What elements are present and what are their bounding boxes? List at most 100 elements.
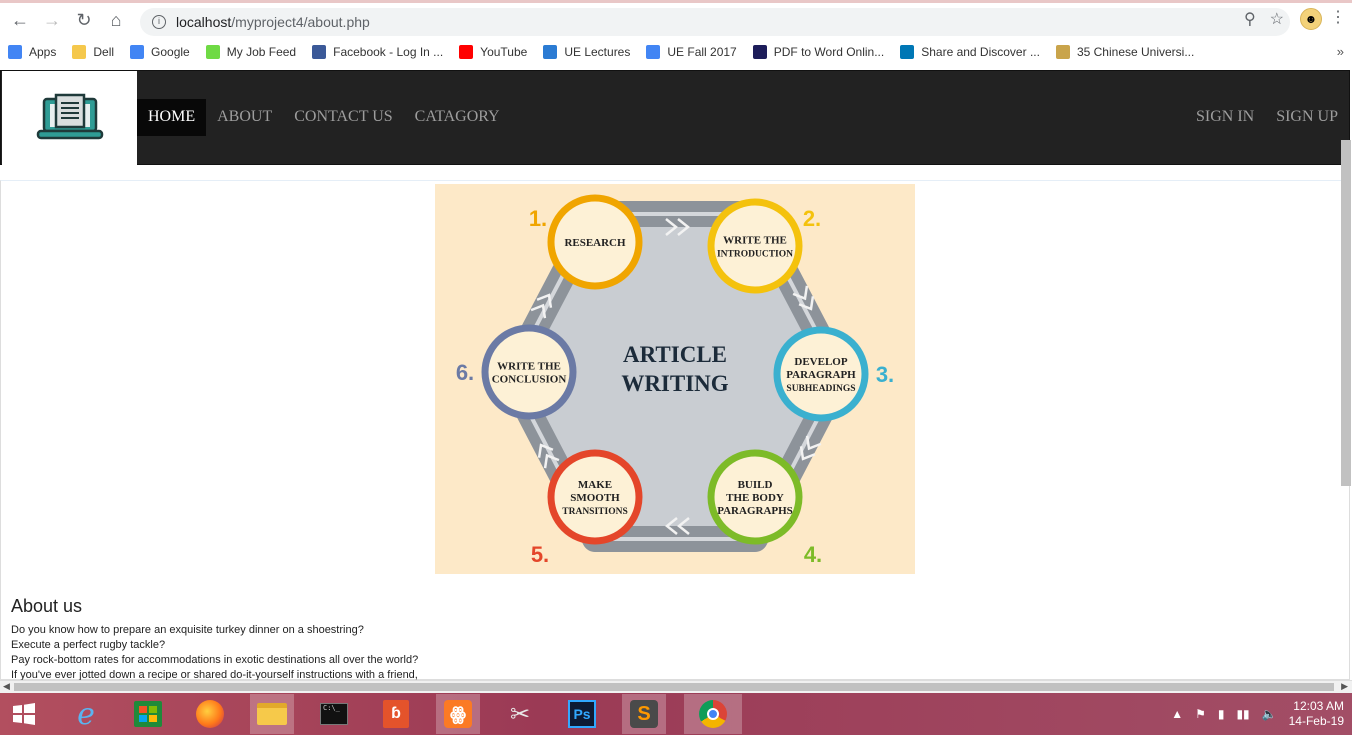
command-prompt-icon[interactable]: C:\_ [312,694,356,734]
bookmark-label: 35 Chinese Universi... [1076,45,1195,59]
scroll-right-icon[interactable]: ▶ [1341,681,1348,692]
reload-icon[interactable]: ↻ [68,4,100,36]
sublime-text-icon[interactable]: S [622,694,666,734]
step-label: PARAGRAPH [786,369,856,381]
bookmark-label: My Job Feed [226,45,297,59]
bookmark-item[interactable]: UE Lectures [543,45,630,59]
linkedin-icon [900,45,915,59]
show-hidden-icons-icon[interactable]: ▲ [1171,707,1183,721]
forward-icon[interactable]: → [36,4,68,36]
info-icon[interactable]: i [152,15,166,29]
lectures-icon [543,45,558,59]
about-line: Pay rock-bottom rates for accommodations… [11,654,419,666]
bookmark-item[interactable]: Google [130,45,190,59]
scroll-left-icon[interactable]: ◀ [3,681,10,692]
about-line: If you've ever jotted down a recipe or s… [11,669,418,680]
apps-grid-icon [8,45,22,59]
infographic-title-line1: ARTICLE [623,342,727,367]
youtube-icon [459,45,474,59]
step-label: PARAGRAPHS [717,505,793,517]
step-label: SMOOTH [570,492,620,504]
bookmark-label: Dell [93,45,115,59]
step-label: INTRODUCTION [717,250,793,260]
back-icon[interactable]: ← [4,4,36,36]
step-label: TRANSITIONS [562,507,627,517]
google-icon [646,45,661,59]
infographic-title-line2: WRITING [621,371,728,396]
flag-icon[interactable]: ⚑ [1195,707,1206,721]
windows-taskbar: e C:\_ ɓ ꙮ ✂ Ps S ▲ ⚑ ▮ ▮▮ 🔈 12:03 AM 14… [0,693,1352,735]
step-label: WRITE THE [497,361,561,373]
step-label: SUBHEADINGS [786,384,855,394]
file-explorer-icon[interactable] [250,694,294,734]
bookmark-item[interactable]: UE Fall 2017 [646,45,737,59]
bookmark-item[interactable]: Share and Discover ... [900,45,1040,59]
university-icon [1055,45,1070,59]
bookmark-item[interactable]: Dell [72,45,114,59]
photoshop-icon[interactable]: Ps [560,694,604,734]
browser-toolbar: ← → ↻ ⌂ i localhost/myproject4/about.php… [0,3,1352,37]
bookmark-item[interactable]: 35 Chinese Universi... [1055,45,1195,59]
bookmark-item[interactable]: My Job Feed [205,45,297,59]
horizontal-scrollbar-thumb[interactable] [14,683,1334,691]
profile-avatar[interactable]: ☻ [1300,8,1322,30]
volume-icon[interactable]: 🔈 [1262,707,1277,721]
start-button[interactable] [2,694,46,734]
google-icon [130,45,145,59]
bookmark-star-icon[interactable]: ☆ [1270,9,1284,29]
step-number: 5. [531,542,549,567]
nav-link-home[interactable]: HOME [137,99,207,136]
step-number: 3. [876,362,894,387]
step-label: DEVELOP [794,356,847,368]
bookmark-label: YouTube [480,45,528,59]
bookmark-item[interactable]: Apps [8,45,56,59]
step-label: WRITE THE [723,235,787,247]
office-app-icon[interactable]: ɓ [374,694,418,734]
edge-icon[interactable]: e [64,694,108,734]
snipping-tool-icon[interactable]: ✂ [498,694,542,734]
step-number: 1. [529,206,547,231]
clock-date: 14-Feb-19 [1288,714,1344,728]
nav-link-sign-up[interactable]: SIGN UP [1265,99,1349,135]
bookmark-label: UE Lectures [564,45,631,59]
auth-menu: SIGN IN SIGN UP [1185,99,1349,135]
network-icon[interactable]: ▮▮ [1236,707,1249,721]
nav-link-sign-in[interactable]: SIGN IN [1185,99,1265,135]
store-icon[interactable] [126,694,170,734]
firefox-icon[interactable] [188,694,232,734]
omnibox-actions: ⚲ ☆ [1244,9,1284,29]
clock[interactable]: 12:03 AM 14-Feb-19 [1289,699,1344,729]
windows-logo-icon [13,703,35,725]
bookmark-item[interactable]: YouTube [459,45,527,59]
bookmark-label: UE Fall 2017 [667,45,737,59]
bookmark-label: Google [151,45,190,59]
bookmark-label: Share and Discover ... [921,45,1040,59]
nav-link-about[interactable]: ABOUT [206,99,283,136]
about-line: Execute a perfect rugby tackle? [11,639,166,651]
nav-link-contact-us[interactable]: CONTACT US [283,99,403,136]
zoom-icon[interactable]: ⚲ [1244,9,1256,29]
xampp-icon[interactable]: ꙮ [436,694,480,734]
step-number: 4. [804,542,822,567]
home-icon[interactable]: ⌂ [100,4,132,36]
battery-icon[interactable]: ▮ [1218,707,1225,721]
nav-link-catagory[interactable]: CATAGORY [404,99,511,136]
url-host: localhost [176,14,232,30]
bookmarks-overflow-icon[interactable]: » [1337,44,1344,59]
site-logo[interactable] [2,71,137,165]
bookmark-item[interactable]: PDF to Word Onlin... [752,45,885,59]
menu-icon[interactable]: ⋮ [1330,10,1346,26]
bookmark-item[interactable]: Facebook - Log In ... [312,45,443,59]
bookmark-label: Facebook - Log In ... [333,45,444,59]
step-label: RESEARCH [564,237,626,249]
chrome-icon[interactable] [684,694,742,734]
bookmark-label: Apps [29,45,57,59]
address-bar[interactable]: i localhost/myproject4/about.php [140,8,1290,36]
bookmark-label: PDF to Word Onlin... [773,45,885,59]
vertical-scrollbar-thumb[interactable] [1341,140,1351,486]
step-label: CONCLUSION [492,374,567,386]
step-label: BUILD [738,479,773,491]
laptop-document-icon [36,93,103,140]
horizontal-scrollbar[interactable]: ◀ ▶ [0,680,1352,693]
main-content: ARTICLE WRITING 1. RESEARCH 2. WRITE THE INTRO… [0,180,1350,680]
